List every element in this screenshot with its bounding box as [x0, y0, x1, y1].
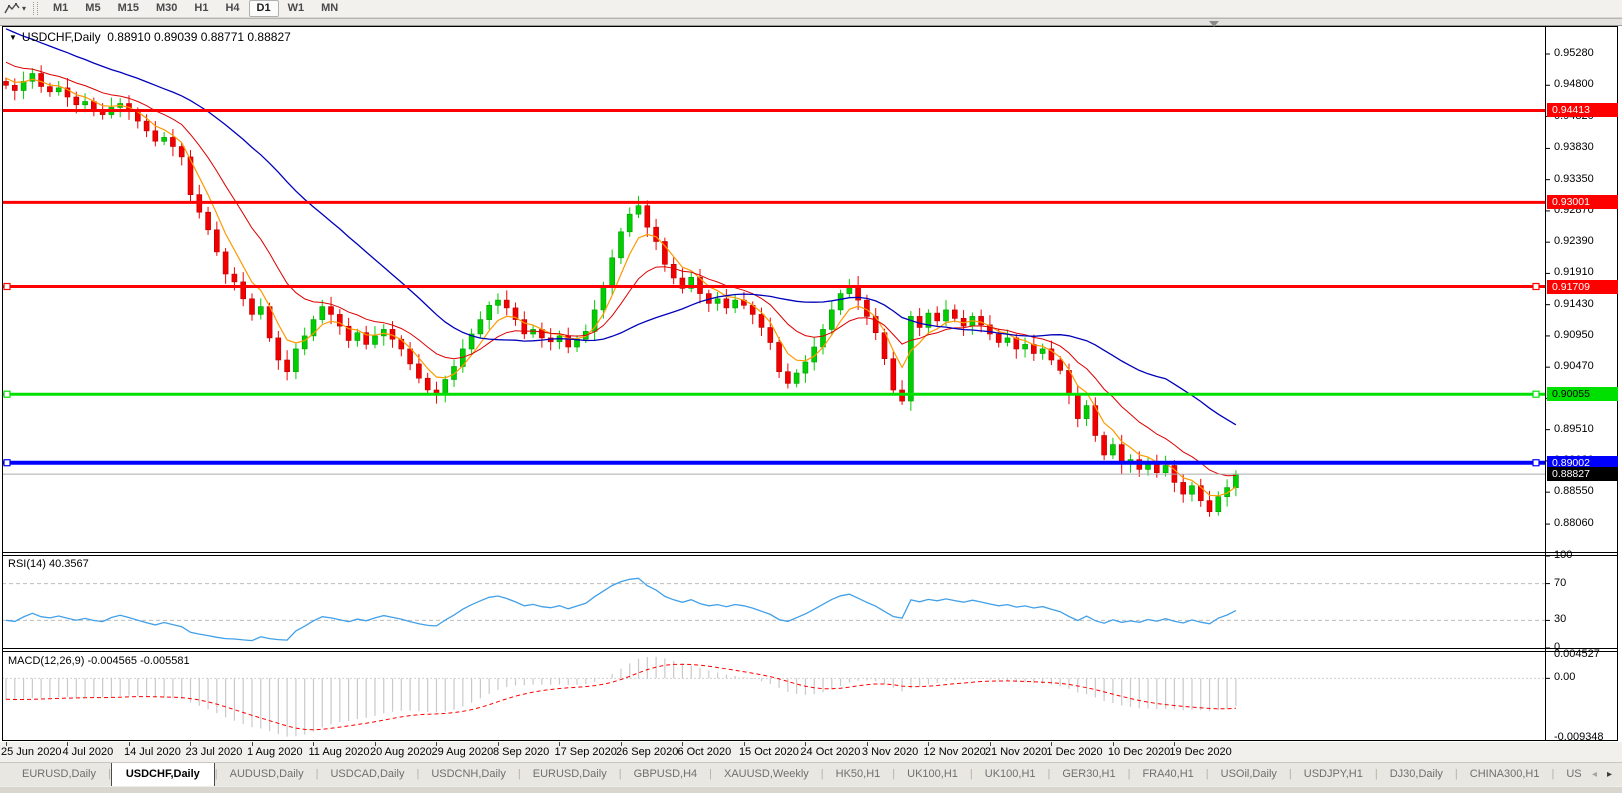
symbol-marker-icon: ▼: [9, 33, 17, 42]
level-price-badge: 0.91709: [1547, 280, 1618, 294]
bottom-strip: [0, 786, 1622, 793]
chart-tab-uk100-h1[interactable]: UK100,H1: [895, 763, 970, 786]
chart-tab-us[interactable]: US: [1554, 763, 1586, 786]
timeframe-button-mn[interactable]: MN: [313, 0, 346, 17]
price-axis-label: 0.92390: [1554, 235, 1594, 247]
chart-tab-eurusd-daily[interactable]: EURUSD,Daily: [10, 763, 108, 786]
date-axis-label: 1 Dec 2020: [1046, 746, 1102, 758]
date-axis-label: 20 Aug 2020: [370, 746, 432, 758]
chart-tab-eurusd-daily[interactable]: EURUSD,Daily: [521, 763, 619, 786]
date-axis-label: 21 Nov 2020: [985, 746, 1047, 758]
price-axis-label: 0.90950: [1554, 329, 1594, 341]
tab-scroll: ◂ ▸: [1586, 763, 1622, 786]
price-axis-label: 0.88550: [1554, 485, 1594, 497]
current-price-badge: 0.88827: [1547, 467, 1618, 481]
rsi-axis-label: 30: [1554, 613, 1566, 625]
chart-tab-ger30-h1[interactable]: GER30,H1: [1050, 763, 1127, 786]
price-axis-label: 0.93830: [1554, 141, 1594, 153]
chart-tab-uk100-h1[interactable]: UK100,H1: [973, 763, 1048, 786]
chart-tab-audusd-daily[interactable]: AUDUSD,Daily: [218, 763, 316, 786]
price-axis-label: 0.89510: [1554, 423, 1594, 435]
timeframe-button-m1[interactable]: M1: [45, 0, 76, 17]
macd-histogram: [2, 657, 1545, 737]
date-axis-label: 3 Nov 2020: [862, 746, 918, 758]
level-price-badge: 0.93001: [1547, 195, 1618, 209]
date-axis-label: 29 Aug 2020: [431, 746, 493, 758]
rsi-axis-label: 70: [1554, 577, 1566, 589]
macd-label: MACD(12,26,9) -0.004565 -0.005581: [8, 655, 190, 667]
timeframe-button-m15[interactable]: M15: [110, 0, 147, 17]
date-axis-label: 12 Nov 2020: [923, 746, 985, 758]
price-axis-label: 0.88060: [1554, 517, 1594, 529]
chart-tab-usdcnh-daily[interactable]: USDCNH,Daily: [419, 763, 518, 786]
price-axis-label: 0.94800: [1554, 78, 1594, 90]
date-axis-label: 25 Jun 2020: [1, 746, 62, 758]
date-axis-label: 17 Sep 2020: [554, 746, 616, 758]
date-axis-label: 19 Dec 2020: [1169, 746, 1231, 758]
chart-tab-fra40-h1[interactable]: FRA40,H1: [1130, 763, 1205, 786]
price-axis-label: 0.93350: [1554, 173, 1594, 185]
date-axis-label: 15 Oct 2020: [739, 746, 799, 758]
ma-mid-line: [6, 62, 1236, 476]
price-axis-label: 0.90470: [1554, 360, 1594, 372]
rsi-line: [6, 578, 1236, 640]
tab-bar: EURUSD,Daily|USDCHF,Daily|AUDUSD,Daily|U…: [0, 762, 1622, 786]
level-price-badge: 0.94413: [1547, 103, 1618, 117]
date-axis-label: 24 Oct 2020: [800, 746, 860, 758]
timeframe-button-w1[interactable]: W1: [280, 0, 313, 17]
level-price-badge: 0.90055: [1547, 387, 1618, 401]
tab-scroll-right-icon[interactable]: ▸: [1607, 770, 1612, 780]
price-axis-label: 0.95280: [1554, 47, 1594, 59]
chart-canvas[interactable]: [2, 26, 1619, 742]
timeframe-toolbar: M1M5M15M30H1H4D1W1MN: [45, 0, 347, 17]
date-axis-label: 14 Jul 2020: [124, 746, 181, 758]
macd-axis-label: 0.004527: [1554, 648, 1600, 660]
date-axis: 25 Jun 20204 Jul 2020 14 Jul 2020 23 Jul 2…: [0, 742, 1622, 762]
date-axis-label: 23 Jul 2020: [185, 746, 242, 758]
price-axis-label: 0.91430: [1554, 298, 1594, 310]
toolbar: ▾ M1M5M15M30H1H4D1W1MN: [0, 0, 1622, 18]
chart-type-dropdown-caret[interactable]: ▾: [22, 4, 26, 13]
chart-tab-gbpusd-h4[interactable]: GBPUSD,H4: [622, 763, 710, 786]
chart-window[interactable]: ▼ USDCHF,Daily 0.88910 0.89039 0.88771 0.…: [2, 26, 1619, 742]
ma-slow-line: [6, 29, 1236, 425]
chart-tab-usoil-daily[interactable]: USOil,Daily: [1209, 763, 1289, 786]
chart-tab-usdcad-daily[interactable]: USDCAD,Daily: [318, 763, 416, 786]
line-chart-icon[interactable]: [4, 2, 20, 15]
date-axis-label: 1 Aug 2020: [247, 746, 303, 758]
rsi-axis-label: 100: [1554, 549, 1572, 561]
timeframe-button-d1[interactable]: D1: [249, 0, 279, 17]
pane-borders: [2, 26, 1618, 741]
date-axis-label: 10 Dec 2020: [1108, 746, 1170, 758]
date-axis-label: 8 Sep 2020: [493, 746, 549, 758]
date-axis-label: 4 Jul 2020: [62, 746, 113, 758]
timeframe-button-h4[interactable]: H4: [217, 0, 247, 17]
chart-tab-china300-h1[interactable]: CHINA300,H1: [1458, 763, 1552, 786]
date-axis-label: 11 Aug 2020: [308, 746, 369, 758]
chart-title-ohlc: 0.88910 0.89039 0.88771 0.88827: [107, 30, 291, 44]
chart-tab-xauusd-weekly[interactable]: XAUUSD,Weekly: [712, 763, 821, 786]
chart-tab-hk50-h1[interactable]: HK50,H1: [824, 763, 893, 786]
price-axis-label: 0.91910: [1554, 266, 1594, 278]
toolbar-grip[interactable]: [33, 2, 38, 15]
timeframe-button-m5[interactable]: M5: [77, 0, 108, 17]
timeframe-button-h1[interactable]: H1: [186, 0, 216, 17]
tab-scroll-left-icon[interactable]: ◂: [1592, 770, 1597, 780]
chart-title: ▼ USDCHF,Daily 0.88910 0.89039 0.88771 0.…: [9, 30, 291, 44]
macd-axis-label: 0.00: [1554, 671, 1575, 683]
date-axis-label: 6 Oct 2020: [677, 746, 731, 758]
date-axis-label: 26 Sep 2020: [616, 746, 678, 758]
chart-tab-usdchf-daily[interactable]: USDCHF,Daily: [111, 763, 215, 786]
chart-tab-usdjpy-h1[interactable]: USDJPY,H1: [1292, 763, 1375, 786]
chart-shift-marker[interactable]: [1209, 21, 1219, 27]
rsi-label: RSI(14) 40.3567: [8, 558, 89, 570]
chart-tab-dj30-daily[interactable]: DJ30,Daily: [1378, 763, 1455, 786]
horizontal-level-lines[interactable]: [2, 110, 1545, 474]
rsi-guide-lines: [2, 584, 1545, 621]
chart-title-symbol: USDCHF,Daily: [22, 30, 101, 44]
timeframe-button-m30[interactable]: M30: [148, 0, 185, 17]
window-top-strip: [0, 18, 1622, 26]
